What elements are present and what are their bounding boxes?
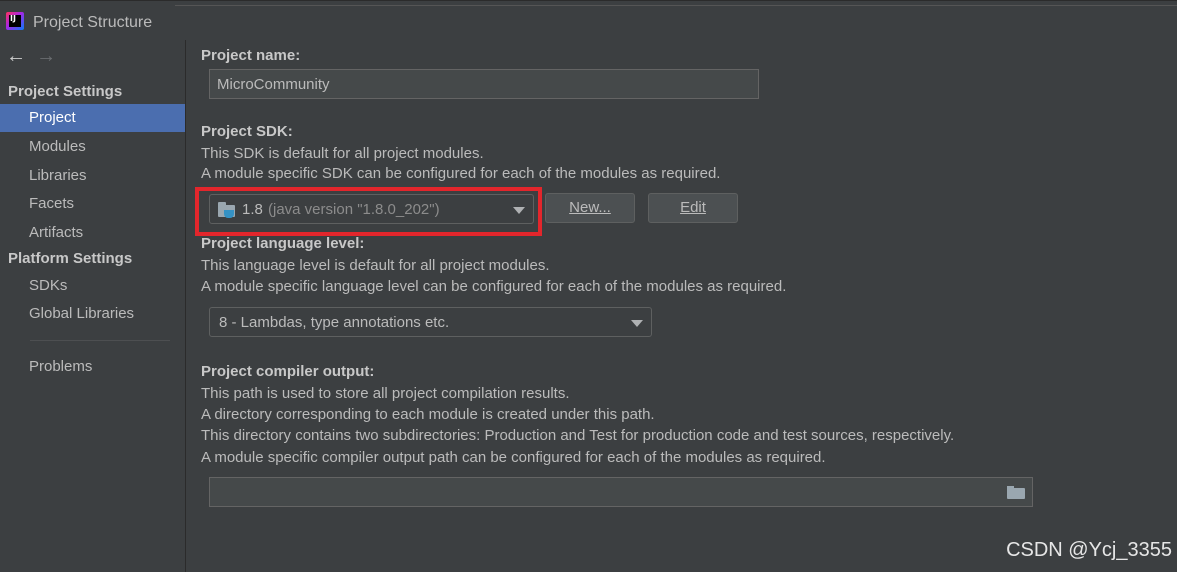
sidebar-item-problems[interactable]: Problems xyxy=(0,353,185,381)
browse-folder-icon[interactable] xyxy=(1007,486,1025,499)
new-sdk-button-label: New... xyxy=(569,199,611,216)
sidebar: ← → Project Settings Project Modules Lib… xyxy=(0,40,186,572)
nav-arrows: ← → xyxy=(6,46,62,68)
sdk-highlight-annotation xyxy=(195,187,542,236)
project-sdk-label: Project SDK: xyxy=(201,123,293,140)
new-sdk-button[interactable]: New... xyxy=(545,193,635,223)
project-sdk-desc-2: A module specific SDK can be configured … xyxy=(201,165,721,182)
sidebar-item-project[interactable]: Project xyxy=(0,104,185,132)
edit-sdk-button[interactable]: Edit xyxy=(648,193,738,223)
window-title: Project Structure xyxy=(33,14,153,31)
intellij-logo-icon: IJ xyxy=(6,12,24,30)
compiler-output-label: Project compiler output: xyxy=(201,363,375,380)
compiler-output-path-input[interactable] xyxy=(209,477,1033,507)
sidebar-item-global-libraries[interactable]: Global Libraries xyxy=(0,300,185,328)
logo-text: IJ xyxy=(9,15,21,27)
compiler-output-desc-1: This path is used to store all project c… xyxy=(201,385,570,402)
sidebar-item-facets[interactable]: Facets xyxy=(0,190,185,218)
sidebar-item-sdks[interactable]: SDKs xyxy=(0,272,185,300)
sidebar-item-modules[interactable]: Modules xyxy=(0,133,185,161)
edit-sdk-button-label: Edit xyxy=(680,199,706,216)
compiler-output-desc-2: A directory corresponding to each module… xyxy=(201,406,655,423)
language-level-dropdown[interactable]: 8 - Lambdas, type annotations etc. xyxy=(209,307,652,337)
project-settings-header: Project Settings xyxy=(8,83,123,100)
watermark: CSDN @Ycj_3355 xyxy=(1006,539,1172,561)
language-level-label: Project language level: xyxy=(201,235,365,252)
chevron-down-icon xyxy=(631,320,643,327)
project-sdk-desc-1: This SDK is default for all project modu… xyxy=(201,145,484,162)
compiler-output-desc-4: A module specific compiler output path c… xyxy=(201,449,826,466)
title-bar: IJ Project Structure xyxy=(0,0,1177,40)
sidebar-divider xyxy=(30,340,170,341)
title-bar-divider xyxy=(175,5,1177,6)
sidebar-item-libraries[interactable]: Libraries xyxy=(0,162,185,190)
sidebar-item-artifacts[interactable]: Artifacts xyxy=(0,219,185,247)
language-level-desc-1: This language level is default for all p… xyxy=(201,257,550,274)
language-level-desc-2: A module specific language level can be … xyxy=(201,278,787,295)
language-level-value: 8 - Lambdas, type annotations etc. xyxy=(219,314,450,331)
compiler-output-desc-3: This directory contains two subdirectori… xyxy=(201,427,955,444)
project-settings-panel: Project name: Project SDK: This SDK is d… xyxy=(187,40,1177,572)
project-name-label: Project name: xyxy=(201,47,301,64)
arrow-left-icon[interactable]: ← xyxy=(6,46,32,66)
project-name-input[interactable] xyxy=(209,69,759,99)
platform-settings-header: Platform Settings xyxy=(8,250,133,267)
arrow-right-icon[interactable]: → xyxy=(36,46,62,66)
